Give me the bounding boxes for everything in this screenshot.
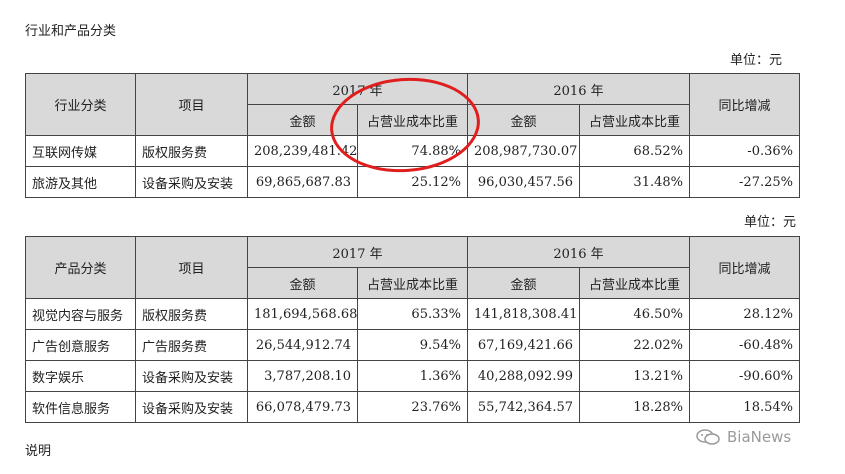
row-yoy: -90.60% xyxy=(689,360,800,392)
row-category: 广告创意服务 xyxy=(25,329,136,361)
table-row: 互联网传媒 版权服务费 208,239,481.42 74.88% 208,98… xyxy=(25,135,800,167)
header-2016: 2016 年 xyxy=(467,236,690,268)
header-amount-2017: 金额 xyxy=(247,267,358,299)
row-ratio-2016: 68.52% xyxy=(579,135,690,167)
row-ratio-2017: 23.76% xyxy=(357,391,468,423)
header-industry: 行业分类 xyxy=(25,73,136,136)
table-row: 软件信息服务 设备采购及安装 66,078,479.73 23.76% 55,7… xyxy=(25,391,800,423)
table-row: 广告创意服务 广告服务费 26,544,912.74 9.54% 67,169,… xyxy=(25,329,800,361)
row-amount-2016: 96,030,457.56 xyxy=(467,166,580,198)
header-ratio-2017: 占营业成本比重 xyxy=(357,104,468,136)
row-ratio-2017: 1.36% xyxy=(357,360,468,392)
row-item: 广告服务费 xyxy=(135,329,248,361)
header-2017: 2017 年 xyxy=(247,73,468,105)
row-category: 软件信息服务 xyxy=(25,391,136,423)
row-ratio-2017: 65.33% xyxy=(357,298,468,330)
header-ratio-2017: 占营业成本比重 xyxy=(357,267,468,299)
wechat-icon xyxy=(696,429,720,445)
section-title: 行业和产品分类 xyxy=(25,24,117,39)
row-category: 旅游及其他 xyxy=(25,166,136,198)
row-amount-2017: 3,787,208.10 xyxy=(247,360,358,392)
header-yoy: 同比增减 xyxy=(689,236,800,299)
header-ratio-2016: 占营业成本比重 xyxy=(579,267,690,299)
row-amount-2016: 40,288,092.99 xyxy=(467,360,580,392)
row-amount-2016: 67,169,421.66 xyxy=(467,329,580,361)
header-item: 项目 xyxy=(135,236,248,299)
industry-cost-table: 行业分类 项目 2017 年 2016 年 同比增减 金额 占营业成本比重 金额… xyxy=(25,73,800,198)
row-yoy: -0.36% xyxy=(689,135,800,167)
product-cost-table: 产品分类 项目 2017 年 2016 年 同比增减 金额 占营业成本比重 金额… xyxy=(25,236,800,423)
row-yoy: 28.12% xyxy=(689,298,800,330)
row-amount-2016: 55,742,364.57 xyxy=(467,391,580,423)
watermark: BiaNews xyxy=(695,428,791,446)
row-amount-2017: 181,694,568.68 xyxy=(247,298,358,330)
table-row: 旅游及其他 设备采购及安装 69,865,687.83 25.12% 96,03… xyxy=(25,166,800,198)
row-category: 互联网传媒 xyxy=(25,135,136,167)
header-ratio-2016: 占营业成本比重 xyxy=(579,104,690,136)
row-item: 设备采购及安装 xyxy=(135,391,248,423)
row-ratio-2016: 31.48% xyxy=(579,166,690,198)
row-ratio-2016: 46.50% xyxy=(579,298,690,330)
row-amount-2016: 141,818,308.41 xyxy=(467,298,580,330)
unit-label-top: 单位：元 xyxy=(730,53,783,68)
row-item: 版权服务费 xyxy=(135,298,248,330)
row-amount-2017: 66,078,479.73 xyxy=(247,391,358,423)
note-label: 说明 xyxy=(25,444,52,459)
header-amount-2016: 金额 xyxy=(467,267,580,299)
row-ratio-2017: 25.12% xyxy=(357,166,468,198)
row-amount-2017: 69,865,687.83 xyxy=(247,166,358,198)
row-ratio-2017: 9.54% xyxy=(357,329,468,361)
header-amount-2017: 金额 xyxy=(247,104,358,136)
table-row: 数字娱乐 设备采购及安装 3,787,208.10 1.36% 40,288,0… xyxy=(25,360,800,392)
row-category: 数字娱乐 xyxy=(25,360,136,392)
row-yoy: 18.54% xyxy=(689,391,800,423)
row-ratio-2017: 74.88% xyxy=(357,135,468,167)
header-yoy: 同比增减 xyxy=(689,73,800,136)
header-2017: 2017 年 xyxy=(247,236,468,268)
row-item: 设备采购及安装 xyxy=(135,166,248,198)
table-row: 视觉内容与服务 版权服务费 181,694,568.68 65.33% 141,… xyxy=(25,298,800,330)
row-amount-2016: 208,987,730.07 xyxy=(467,135,580,167)
row-ratio-2016: 22.02% xyxy=(579,329,690,361)
header-2016: 2016 年 xyxy=(467,73,690,105)
unit-label-bottom: 单位：元 xyxy=(744,215,797,230)
header-product: 产品分类 xyxy=(25,236,136,299)
watermark-text: BiaNews xyxy=(727,428,792,446)
row-yoy: -60.48% xyxy=(689,329,800,361)
row-ratio-2016: 13.21% xyxy=(579,360,690,392)
row-amount-2017: 208,239,481.42 xyxy=(247,135,358,167)
row-item: 设备采购及安装 xyxy=(135,360,248,392)
row-amount-2017: 26,544,912.74 xyxy=(247,329,358,361)
header-amount-2016: 金额 xyxy=(467,104,580,136)
row-item: 版权服务费 xyxy=(135,135,248,167)
row-ratio-2016: 18.28% xyxy=(579,391,690,423)
row-yoy: -27.25% xyxy=(689,166,800,198)
row-category: 视觉内容与服务 xyxy=(25,298,136,330)
header-item: 项目 xyxy=(135,73,248,136)
